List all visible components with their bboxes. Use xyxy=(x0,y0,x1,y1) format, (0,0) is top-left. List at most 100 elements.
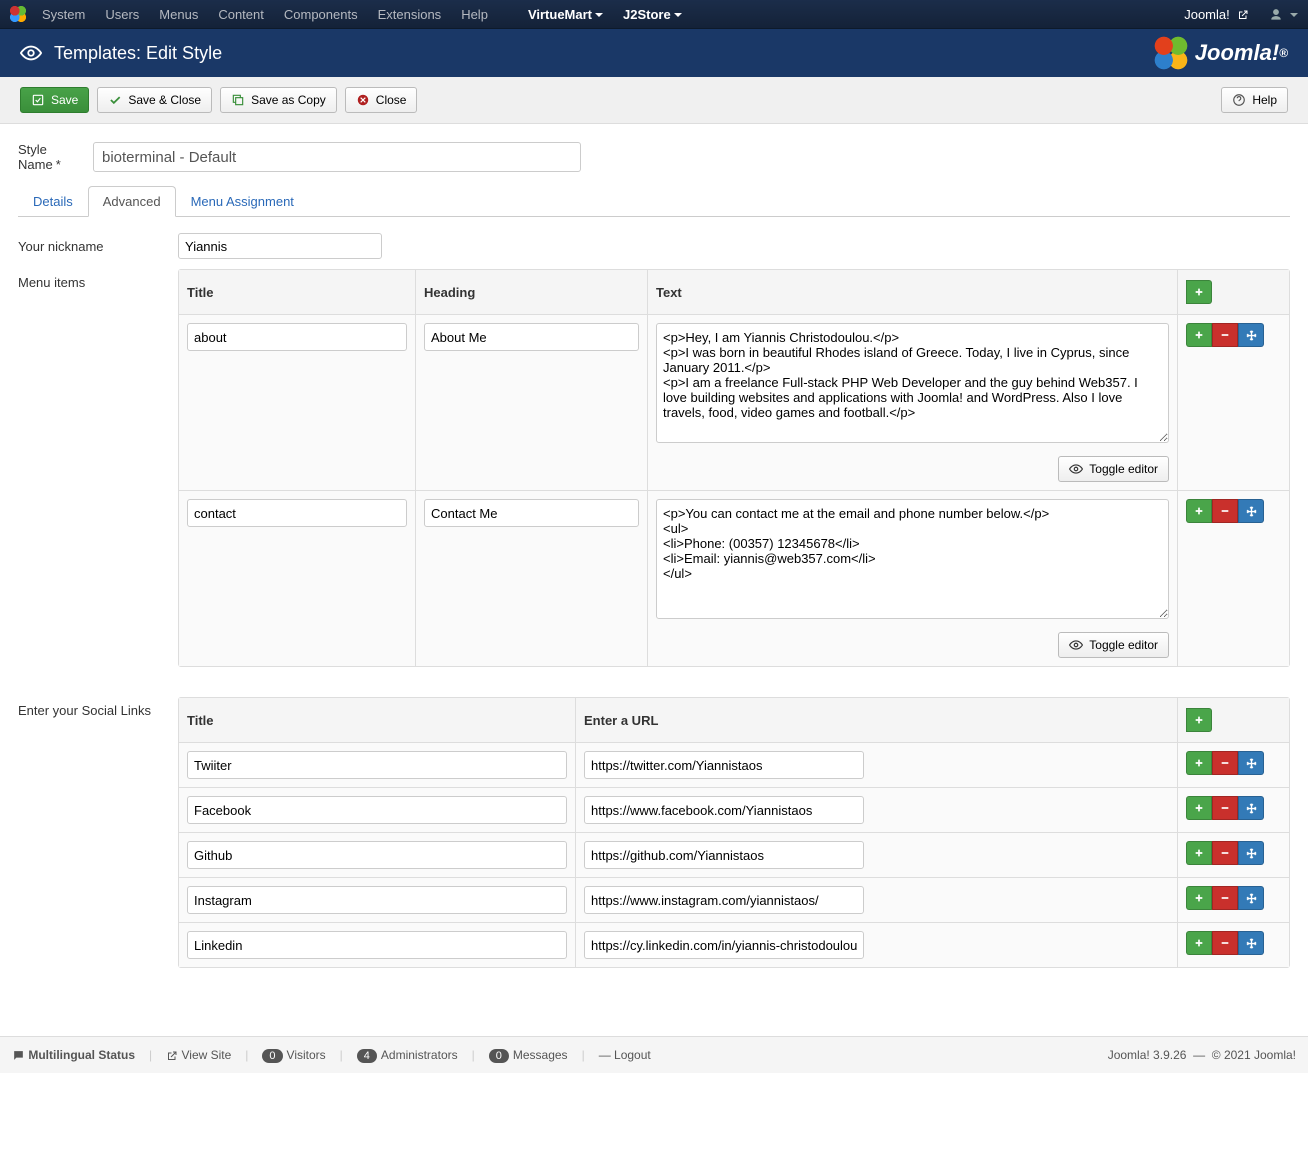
page-header: Templates: Edit Style Joomla!® xyxy=(0,29,1308,77)
plus-icon xyxy=(1194,938,1204,948)
user-icon xyxy=(1269,8,1283,22)
menu-item-title-input[interactable] xyxy=(187,323,407,351)
row-add-button[interactable] xyxy=(1186,931,1212,955)
minus-icon xyxy=(1220,938,1230,948)
action-toolbar: Save Save & Close Save as Copy Close Hel… xyxy=(0,77,1308,124)
social-url-input[interactable] xyxy=(584,886,864,914)
row-remove-button[interactable] xyxy=(1212,841,1238,865)
move-icon xyxy=(1246,330,1257,341)
menu-item-heading-input[interactable] xyxy=(424,499,639,527)
visitors-status[interactable]: 0Visitors xyxy=(262,1048,325,1062)
menu-extensions[interactable]: Extensions xyxy=(368,7,452,22)
add-row-button[interactable] xyxy=(1186,708,1212,732)
plus-icon xyxy=(1194,803,1204,813)
menu-item-text-input[interactable]: <p>Hey, I am Yiannis Christodoulou.</p> … xyxy=(656,323,1169,443)
social-title-input[interactable] xyxy=(187,931,567,959)
social-url-input[interactable] xyxy=(584,931,864,959)
row-add-button[interactable] xyxy=(1186,796,1212,820)
row-add-button[interactable] xyxy=(1186,499,1212,523)
menu-item-title-input[interactable] xyxy=(187,499,407,527)
plus-icon xyxy=(1194,506,1204,516)
col-actions xyxy=(1178,270,1289,315)
row-add-button[interactable] xyxy=(1186,323,1212,347)
style-name-label: Style Name* xyxy=(18,142,93,172)
row-move-button[interactable] xyxy=(1238,931,1264,955)
social-title-input[interactable] xyxy=(187,796,567,824)
row-remove-button[interactable] xyxy=(1212,886,1238,910)
row-remove-button[interactable] xyxy=(1212,323,1238,347)
menu-items-table: Title Heading Text <p>Hey, I am Yiannis … xyxy=(178,269,1290,667)
menu-item-text-input[interactable]: <p>You can contact me at the email and p… xyxy=(656,499,1169,619)
help-button[interactable]: Help xyxy=(1221,87,1288,113)
table-row xyxy=(179,743,1289,788)
row-add-button[interactable] xyxy=(1186,841,1212,865)
site-link[interactable]: Joomla! xyxy=(1174,7,1259,22)
status-bar: Multilingual Status | View Site | 0Visit… xyxy=(0,1036,1308,1073)
col-text: Text xyxy=(648,270,1178,315)
plus-icon xyxy=(1194,758,1204,768)
menu-virtuemart[interactable]: VirtueMart xyxy=(518,7,613,22)
move-icon xyxy=(1246,803,1257,814)
version-text: Joomla! 3.9.26 — © 2021 Joomla! xyxy=(1108,1048,1296,1062)
admins-status[interactable]: 4Administrators xyxy=(357,1048,458,1062)
menu-help[interactable]: Help xyxy=(451,7,498,22)
user-menu[interactable] xyxy=(1269,6,1298,22)
social-title-input[interactable] xyxy=(187,751,567,779)
tab-menu-assignment[interactable]: Menu Assignment xyxy=(176,186,309,217)
messages-status[interactable]: 0Messages xyxy=(489,1048,568,1062)
cancel-icon xyxy=(356,93,370,107)
tab-details[interactable]: Details xyxy=(18,186,88,217)
row-remove-button[interactable] xyxy=(1212,499,1238,523)
add-row-button[interactable] xyxy=(1186,280,1212,304)
menu-j2store[interactable]: J2Store xyxy=(613,7,692,22)
close-button[interactable]: Close xyxy=(345,87,418,113)
menu-items-label: Menu items xyxy=(18,269,178,290)
row-move-button[interactable] xyxy=(1238,499,1264,523)
row-move-button[interactable] xyxy=(1238,751,1264,775)
nickname-input[interactable] xyxy=(178,233,382,259)
save-button[interactable]: Save xyxy=(20,87,89,113)
view-site-link[interactable]: View Site xyxy=(166,1048,231,1062)
menu-item-heading-input[interactable] xyxy=(424,323,639,351)
check-icon xyxy=(108,93,122,107)
row-remove-button[interactable] xyxy=(1212,931,1238,955)
row-add-button[interactable] xyxy=(1186,886,1212,910)
nickname-label: Your nickname xyxy=(18,233,178,254)
minus-icon xyxy=(1220,803,1230,813)
menu-users[interactable]: Users xyxy=(95,7,149,22)
col-social-url: Enter a URL xyxy=(576,698,1178,743)
external-link-icon xyxy=(1237,9,1249,21)
social-title-input[interactable] xyxy=(187,886,567,914)
toggle-editor-button[interactable]: Toggle editor xyxy=(1058,456,1169,482)
menu-system[interactable]: System xyxy=(32,7,95,22)
multilingual-status[interactable]: Multilingual Status xyxy=(12,1048,135,1062)
toggle-editor-button[interactable]: Toggle editor xyxy=(1058,632,1169,658)
joomla-icon xyxy=(10,6,26,22)
social-title-input[interactable] xyxy=(187,841,567,869)
social-url-input[interactable] xyxy=(584,841,864,869)
table-row xyxy=(179,923,1289,967)
menu-components[interactable]: Components xyxy=(274,7,368,22)
style-name-input[interactable] xyxy=(93,142,581,172)
chevron-down-icon xyxy=(1290,13,1298,17)
menu-content[interactable]: Content xyxy=(208,7,274,22)
col-heading: Heading xyxy=(416,270,648,315)
social-url-input[interactable] xyxy=(584,751,864,779)
apply-icon xyxy=(31,93,45,107)
row-move-button[interactable] xyxy=(1238,796,1264,820)
save-close-button[interactable]: Save & Close xyxy=(97,87,212,113)
row-move-button[interactable] xyxy=(1238,886,1264,910)
row-remove-button[interactable] xyxy=(1212,751,1238,775)
menu-menus[interactable]: Menus xyxy=(149,7,208,22)
table-row xyxy=(179,788,1289,833)
row-add-button[interactable] xyxy=(1186,751,1212,775)
brand-logo: Joomla!® xyxy=(1153,35,1288,71)
row-move-button[interactable] xyxy=(1238,841,1264,865)
tab-advanced[interactable]: Advanced xyxy=(88,186,176,217)
social-label: Enter your Social Links xyxy=(18,697,178,718)
logout-link[interactable]: — Logout xyxy=(599,1048,651,1062)
social-url-input[interactable] xyxy=(584,796,864,824)
row-remove-button[interactable] xyxy=(1212,796,1238,820)
save-copy-button[interactable]: Save as Copy xyxy=(220,87,337,113)
row-move-button[interactable] xyxy=(1238,323,1264,347)
